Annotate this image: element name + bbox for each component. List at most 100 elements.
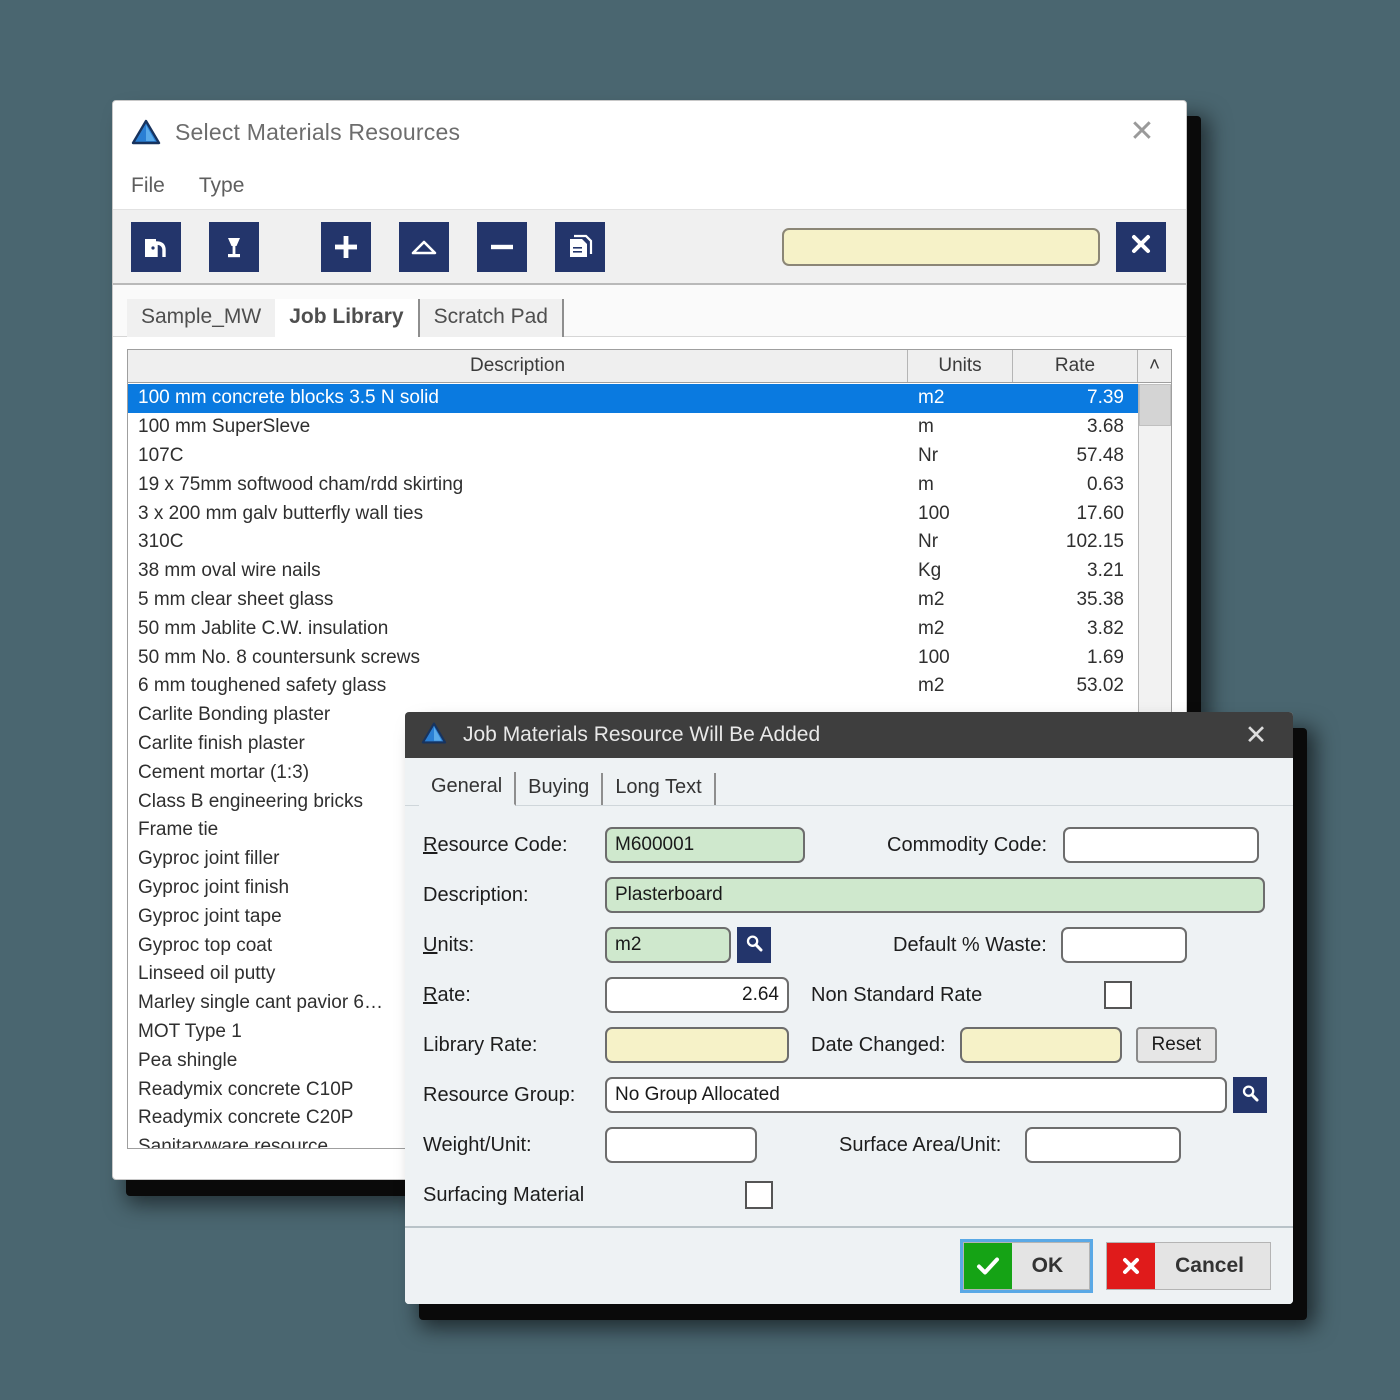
reset-button[interactable]: Reset xyxy=(1135,1027,1218,1063)
search-field-wrapper xyxy=(782,227,1100,266)
tab-sample-mw[interactable]: Sample_MW xyxy=(127,299,276,337)
cell-rate: 3.21 xyxy=(1087,560,1124,582)
table-row[interactable]: 310C Nr 102.15 xyxy=(128,528,1138,557)
job-materials-resource-dialog: Job Materials Resource Will Be Added ✕ G… xyxy=(405,712,1293,1304)
library-rate-label: Library Rate: xyxy=(423,1033,538,1056)
scrollbar-thumb[interactable] xyxy=(1139,384,1171,426)
plus-icon xyxy=(331,232,361,262)
cell-rate: 3.68 xyxy=(1087,416,1124,438)
cross-icon xyxy=(1107,1243,1156,1289)
resource-group-input[interactable] xyxy=(605,1077,1227,1113)
units-input[interactable] xyxy=(605,927,731,963)
cell-description: 38 mm oval wire nails xyxy=(138,560,321,582)
tab-long-text[interactable]: Long Text xyxy=(603,773,716,805)
menu-item-file[interactable]: File xyxy=(131,174,165,198)
list-header-row: Description Units Rate ˄ xyxy=(128,350,1171,383)
triangle-up-icon xyxy=(409,232,439,262)
table-row[interactable]: 107C Nr 57.48 xyxy=(128,442,1138,471)
cell-description: 3 x 200 mm galv butterfly wall ties xyxy=(138,502,424,524)
form-row-library-rate: Library Rate: Date Changed: Reset xyxy=(423,1020,1275,1070)
commodity-code-input[interactable] xyxy=(1063,827,1260,863)
date-changed-input[interactable] xyxy=(959,1027,1122,1063)
cell-description: 6 mm toughened safety glass xyxy=(138,675,387,697)
rate-input[interactable] xyxy=(605,977,789,1013)
table-row[interactable]: 6 mm toughened safety glass m2 53.02 xyxy=(128,672,1138,701)
resource-code-input[interactable] xyxy=(605,827,805,863)
tab-buying[interactable]: Buying xyxy=(516,773,604,805)
units-label: Units: xyxy=(423,933,475,956)
check-icon xyxy=(963,1243,1012,1289)
tab-scratch-pad[interactable]: Scratch Pad xyxy=(419,299,564,337)
cell-units: Nr xyxy=(918,531,939,553)
window2-title: Job Materials Resource Will Be Added xyxy=(463,723,821,746)
resource-group-lookup-button[interactable] xyxy=(1233,1077,1267,1113)
resource-group-label: Resource Group: xyxy=(423,1083,576,1106)
default-waste-input[interactable] xyxy=(1060,927,1187,963)
window2-titlebar: Job Materials Resource Will Be Added ✕ xyxy=(405,712,1293,758)
cell-description: 107C xyxy=(138,444,184,466)
cell-units: m2 xyxy=(918,387,945,409)
cell-description: 100 mm SuperSleve xyxy=(138,416,311,438)
cell-units: Kg xyxy=(918,560,942,582)
form-row-weight-unit: Weight/Unit: Surface Area/Unit: xyxy=(423,1120,1275,1170)
lamp-icon xyxy=(219,232,249,262)
cell-description: 19 x 75mm softwood cham/rdd skirting xyxy=(138,473,464,495)
toolbar xyxy=(113,209,1186,285)
cell-units: m2 xyxy=(918,617,945,639)
cell-rate: 57.48 xyxy=(1076,444,1124,466)
cancel-button[interactable]: Cancel xyxy=(1106,1242,1271,1290)
add-button[interactable] xyxy=(321,221,371,272)
weight-unit-label: Weight/Unit: xyxy=(423,1133,532,1156)
ok-button[interactable]: OK xyxy=(959,1239,1094,1293)
cell-rate: 35.38 xyxy=(1076,588,1124,610)
non-standard-rate-label: Non Standard Rate xyxy=(811,983,983,1006)
description-input[interactable] xyxy=(605,877,1265,913)
table-row[interactable]: 19 x 75mm softwood cham/rdd skirting m 0.6… xyxy=(128,470,1138,499)
non-standard-rate-checkbox[interactable] xyxy=(1104,981,1133,1009)
form-row-units: Units: Default % Waste: xyxy=(423,920,1275,970)
tab-general[interactable]: General xyxy=(419,772,517,806)
table-row[interactable]: 50 mm No. 8 countersunk screws 100 1.69 xyxy=(128,643,1138,672)
menu-item-type[interactable]: Type xyxy=(199,174,245,198)
table-row[interactable]: 5 mm clear sheet glass m2 35.38 xyxy=(128,586,1138,615)
resource-code-label: Resource Code: xyxy=(423,833,568,856)
form-row-surfacing-material: Surfacing Material xyxy=(423,1170,1275,1220)
cell-rate: 53.02 xyxy=(1076,675,1124,697)
library-rate-input[interactable] xyxy=(605,1027,789,1063)
cell-units: 100 xyxy=(918,646,950,668)
table-row[interactable]: 50 mm Jablite C.W. insulation m2 3.82 xyxy=(128,614,1138,643)
search-input[interactable] xyxy=(782,227,1100,266)
clear-search-button[interactable] xyxy=(1116,221,1166,272)
table-row[interactable]: 38 mm oval wire nails Kg 3.21 xyxy=(128,557,1138,586)
column-header-description[interactable]: Description xyxy=(128,350,908,382)
form-row-description: Description: xyxy=(423,870,1275,920)
column-header-rate[interactable]: Rate xyxy=(1013,350,1138,382)
remove-button[interactable] xyxy=(477,221,527,272)
table-row[interactable]: 3 x 200 mm galv butterfly wall ties 100 17… xyxy=(128,499,1138,528)
surfacing-material-checkbox[interactable] xyxy=(745,1181,773,1209)
commodity-code-label: Commodity Code: xyxy=(887,833,1048,856)
table-row[interactable]: 100 mm concrete blocks 3.5 N solid m2 7.39 xyxy=(128,384,1138,413)
surfacing-material-label: Surfacing Material xyxy=(423,1183,585,1206)
copy-button[interactable] xyxy=(555,221,605,272)
surface-area-input[interactable] xyxy=(1025,1127,1182,1163)
lamp-button[interactable] xyxy=(209,221,259,272)
menubar: File Type xyxy=(113,163,1186,209)
column-header-units[interactable]: Units xyxy=(908,350,1013,382)
exit-door-button[interactable] xyxy=(131,221,181,272)
cell-units: Nr xyxy=(918,444,939,466)
rate-label: Rate: xyxy=(423,983,471,1006)
window1-titlebar: Select Materials Resources ✕ xyxy=(113,101,1186,163)
units-lookup-button[interactable] xyxy=(737,927,771,963)
weight-unit-input[interactable] xyxy=(605,1127,757,1163)
up-button[interactable] xyxy=(399,221,449,272)
table-row[interactable]: 100 mm SuperSleve m 3.68 xyxy=(128,413,1138,442)
cell-rate: 1.69 xyxy=(1087,646,1124,668)
form-row-resource-group: Resource Group: xyxy=(423,1070,1275,1120)
cell-units: m2 xyxy=(918,588,945,610)
cell-units: 100 xyxy=(918,502,950,524)
close-icon[interactable]: ✕ xyxy=(1122,112,1162,152)
close-icon[interactable]: ✕ xyxy=(1239,718,1273,752)
scroll-up-button[interactable]: ˄ xyxy=(1138,350,1171,382)
tab-job-library[interactable]: Job Library xyxy=(275,299,420,337)
